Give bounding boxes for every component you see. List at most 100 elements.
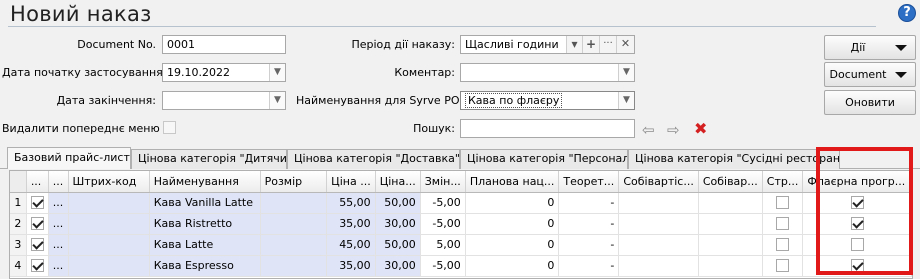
cell-cost2[interactable]	[698, 192, 763, 214]
select-cell[interactable]	[26, 192, 49, 214]
cell-name[interactable]: Кава Latte	[149, 234, 261, 256]
tab-delivery[interactable]: Цінова категорія "Доставка"	[287, 149, 460, 169]
table-row[interactable]: 2... Кава Ristretto 35,00 30,00 -5,00 0-	[10, 213, 912, 235]
table-row[interactable]: 4... Кава Espresso 35,00 30,00 -5,00 0-	[10, 255, 912, 277]
cell-price1[interactable]: 45,00	[326, 234, 376, 256]
cell-cost1[interactable]	[618, 234, 699, 256]
cell-theor[interactable]: -	[558, 192, 620, 214]
str-checkbox[interactable]	[776, 196, 790, 210]
cell-margin[interactable]: 0	[465, 255, 560, 277]
select-cell[interactable]	[26, 255, 49, 277]
chevron-down-icon[interactable]: ▼	[269, 92, 285, 109]
chevron-down-icon[interactable]: ▼	[618, 92, 634, 109]
column-header[interactable]: Собівар...	[698, 171, 763, 193]
cell-dots[interactable]: ...	[48, 213, 69, 235]
chevron-down-icon[interactable]: ▼	[269, 64, 285, 81]
cell-price1[interactable]: 35,00	[326, 213, 376, 235]
cell-theor[interactable]: -	[558, 213, 620, 235]
str-cell[interactable]	[762, 213, 804, 235]
cell-cost2[interactable]	[698, 255, 763, 277]
delete-menu-checkbox[interactable]	[163, 121, 176, 134]
cell-theor[interactable]: -	[558, 255, 620, 277]
doc-no-field[interactable]: 0001	[162, 35, 286, 54]
update-button[interactable]: Оновити	[824, 90, 916, 115]
help-icon[interactable]: ?	[898, 4, 916, 22]
column-header[interactable]: ...	[48, 171, 69, 193]
cell-dots[interactable]: ...	[48, 255, 69, 277]
select-checkbox[interactable]	[30, 259, 44, 273]
str-cell[interactable]	[762, 255, 804, 277]
cell-change[interactable]: -5,00	[420, 192, 466, 214]
select-checkbox[interactable]	[30, 196, 44, 210]
add-icon[interactable]: +	[582, 36, 599, 53]
cell-price2[interactable]: 50,00	[375, 192, 421, 214]
column-header[interactable]: Стр...	[762, 171, 804, 193]
cell-barcode[interactable]	[68, 213, 150, 235]
cell-barcode[interactable]	[68, 234, 150, 256]
str-cell[interactable]	[762, 192, 804, 214]
arrow-right-icon[interactable]: ⇨	[667, 123, 680, 138]
cell-barcode[interactable]	[68, 255, 150, 277]
select-cell[interactable]	[26, 234, 49, 256]
tab-neighbour-restaurants[interactable]: Цінова категорія "Сусідні ресторани"	[628, 149, 840, 169]
cell-change[interactable]: -5,00	[420, 255, 466, 277]
str-checkbox[interactable]	[776, 238, 790, 252]
row-number[interactable]: 3	[10, 234, 27, 256]
arrow-left-icon[interactable]: ⇦	[642, 123, 655, 138]
syrve-field[interactable]: Кава по флаєру ▼	[460, 91, 635, 110]
column-header[interactable]: Ціна ...	[326, 171, 376, 193]
cell-dots[interactable]: ...	[48, 234, 69, 256]
period-field[interactable]: Щасливі години ▾ + ··· ✕	[460, 35, 635, 54]
cell-name[interactable]: Кава Espresso	[149, 255, 261, 277]
more-icon[interactable]: ···	[599, 36, 616, 53]
cell-size[interactable]	[260, 192, 328, 214]
cell-size[interactable]	[260, 213, 328, 235]
search-input[interactable]	[460, 119, 635, 138]
cell-change[interactable]: -5,00	[420, 213, 466, 235]
select-cell[interactable]	[26, 213, 49, 235]
cell-cost1[interactable]	[618, 192, 699, 214]
cell-cost2[interactable]	[698, 213, 763, 235]
cell-price2[interactable]: 50,00	[375, 234, 421, 256]
column-header[interactable]: Змін...	[420, 171, 466, 193]
cell-margin[interactable]: 0	[465, 213, 560, 235]
tab-kids[interactable]: Цінова категорія "Дитячий"	[131, 149, 287, 169]
table-row[interactable]: 3... Кава Latte 45,00 50,00 5,00 0-	[10, 234, 912, 256]
chevron-down-icon[interactable]: ▾	[566, 36, 582, 53]
cell-size[interactable]	[260, 234, 328, 256]
column-header[interactable]: ...	[26, 171, 49, 193]
select-checkbox[interactable]	[30, 238, 44, 252]
cell-name[interactable]: Кава Ristretto	[149, 213, 261, 235]
row-number[interactable]: 1	[10, 192, 27, 214]
str-cell[interactable]	[762, 234, 804, 256]
cell-margin[interactable]: 0	[465, 192, 560, 214]
str-checkbox[interactable]	[776, 217, 790, 231]
cell-price1[interactable]: 55,00	[326, 192, 376, 214]
document-button[interactable]: Document	[824, 62, 916, 87]
column-header[interactable]: Планова нац...	[465, 171, 560, 193]
delete-icon[interactable]: ✖	[694, 121, 707, 137]
cell-change[interactable]: 5,00	[420, 234, 466, 256]
cell-cost2[interactable]	[698, 234, 763, 256]
cell-barcode[interactable]	[68, 192, 150, 214]
start-date-field[interactable]: 19.10.2022 ▼	[162, 63, 286, 82]
str-checkbox[interactable]	[776, 259, 790, 273]
cell-margin[interactable]: 0	[465, 234, 560, 256]
cell-price1[interactable]: 35,00	[326, 255, 376, 277]
cell-dots[interactable]: ...	[48, 192, 69, 214]
cell-theor[interactable]: -	[558, 234, 620, 256]
cell-name[interactable]: Кава Vanilla Latte	[149, 192, 261, 214]
column-header[interactable]: Теорет...	[558, 171, 620, 193]
cell-cost1[interactable]	[618, 255, 699, 277]
column-header[interactable]: Найменування	[149, 171, 261, 193]
actions-button[interactable]: Дії	[824, 35, 916, 60]
column-header[interactable]	[10, 171, 27, 193]
column-header[interactable]: Собівартіс...	[618, 171, 699, 193]
cell-cost1[interactable]	[618, 213, 699, 235]
tab-staff[interactable]: Цінова категорія "Персонал"	[460, 149, 628, 169]
column-header[interactable]: Штрих-код	[68, 171, 150, 193]
end-date-field[interactable]: ▼	[162, 91, 286, 110]
cell-size[interactable]	[260, 255, 328, 277]
row-number[interactable]: 4	[10, 255, 27, 277]
clear-icon[interactable]: ✕	[616, 36, 634, 53]
